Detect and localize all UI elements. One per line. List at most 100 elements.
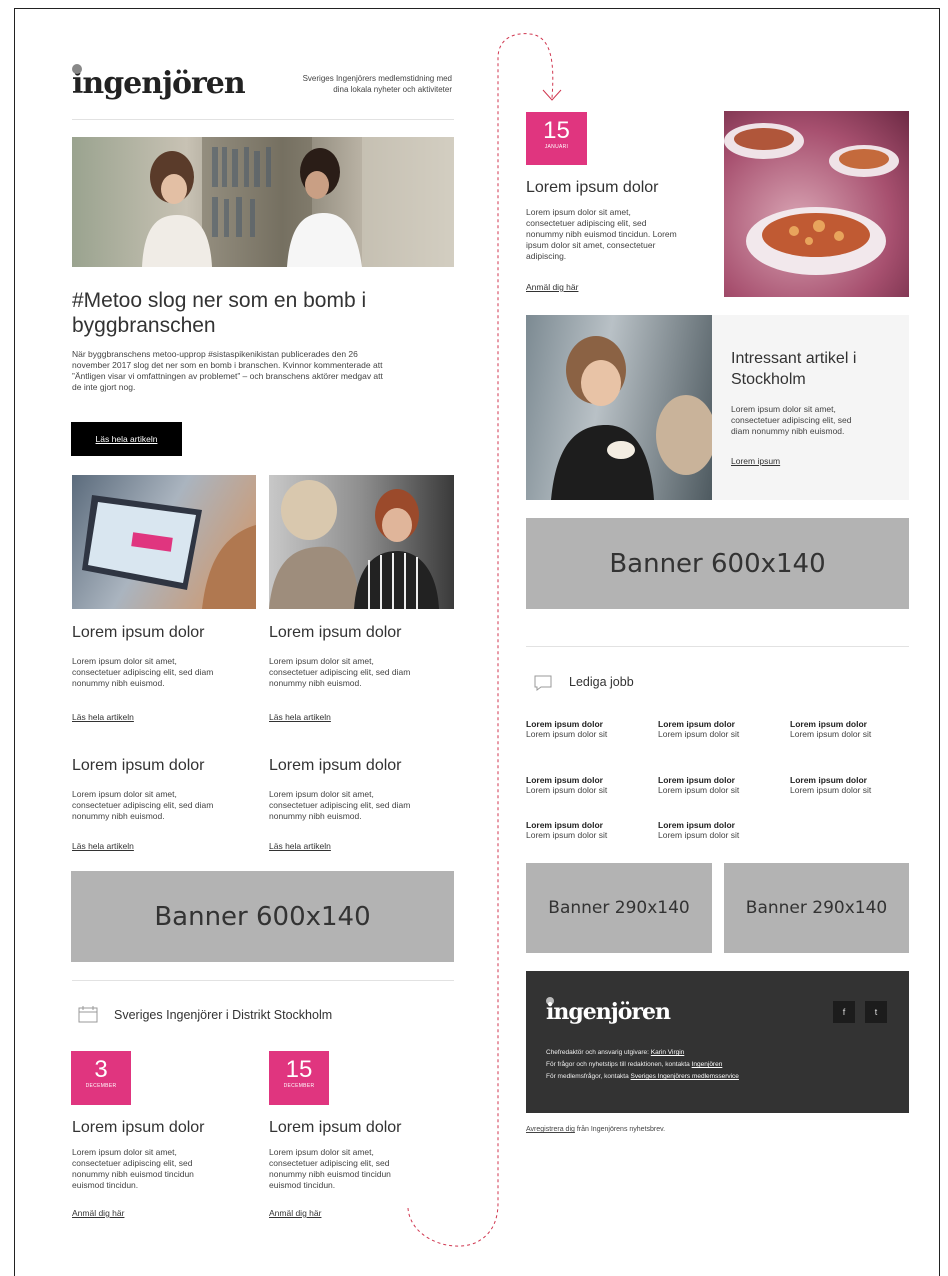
logo[interactable]: ingenjören	[72, 66, 246, 101]
job-listing[interactable]: Lorem ipsum dolor Lorem ipsum dolor sit	[526, 719, 607, 739]
job-listing[interactable]: Lorem ipsum dolor Lorem ipsum dolor sit	[790, 775, 871, 795]
hero-image[interactable]	[72, 137, 454, 267]
job-listing[interactable]: Lorem ipsum dolor Lorem ipsum dolor sit	[526, 820, 607, 840]
event-body-line: consectetuer adipiscing elit, sed	[269, 1158, 390, 1168]
event-title[interactable]: Lorem ipsum dolor	[526, 179, 659, 197]
unsubscribe-text: från Ingenjörens nyhetsbrev.	[576, 1126, 666, 1133]
event-body-line: nonummy nibh euismod tincidun	[269, 1169, 391, 1179]
event-body-line: nonummy nibh euismod tincidun. Lorem	[526, 229, 677, 239]
logo-emblem-icon	[72, 64, 82, 74]
unsubscribe-link[interactable]: Avregistrera dig	[526, 1126, 575, 1133]
job-listing[interactable]: Lorem ipsum dolor Lorem ipsum dolor sit	[526, 775, 607, 795]
hero-body-line: de inte gjort nog.	[72, 382, 136, 392]
member-service-link[interactable]: Sveriges Ingenjörers medlemsservice	[631, 1073, 739, 1080]
footer-line: För frågor och nyhetstips till redaktion…	[546, 1059, 896, 1071]
read-article-link[interactable]: Läs hela artikeln	[269, 712, 331, 722]
banner-ad-small[interactable]: Banner 290x140	[724, 863, 909, 953]
calendar-icon	[78, 1005, 98, 1028]
job-subtitle: Lorem ipsum dolor sit	[790, 785, 872, 795]
event-body-line: ipsum dolor sit amet, consectetuer	[526, 240, 656, 250]
read-article-button[interactable]: Läs hela artikeln	[71, 422, 182, 456]
article-title[interactable]: Lorem ipsum dolor	[72, 624, 205, 642]
job-title: Lorem ipsum dolor	[526, 820, 603, 830]
event-body-line: Lorem ipsum dolor sit amet,	[526, 207, 631, 217]
banner-ad-large[interactable]: Banner 600x140	[71, 871, 454, 962]
job-subtitle: Lorem ipsum dolor sit	[526, 785, 608, 795]
job-listing[interactable]: Lorem ipsum dolor Lorem ipsum dolor sit	[658, 820, 739, 840]
event-body: Lorem ipsum dolor sit amet, consectetuer…	[269, 1147, 459, 1191]
twitter-icon[interactable]: t	[865, 1001, 887, 1023]
article-body-line: Lorem ipsum dolor sit amet,	[269, 789, 374, 799]
chat-bubble-icon	[533, 674, 553, 697]
event-image-food[interactable]	[724, 111, 909, 297]
job-subtitle: Lorem ipsum dolor sit	[526, 830, 608, 840]
feature-title[interactable]: Intressant artikel i Stockholm	[731, 348, 901, 390]
feature-image[interactable]	[526, 315, 712, 500]
event-month: DECEMBER	[283, 1083, 315, 1089]
event-body-line: euismod tincidun.	[72, 1180, 139, 1190]
read-article-link[interactable]: Läs hela artikeln	[72, 841, 134, 851]
feature-link[interactable]: Lorem ipsum	[731, 456, 780, 466]
event-month: DECEMBER	[85, 1083, 117, 1089]
register-link[interactable]: Anmäl dig här	[72, 1208, 124, 1218]
event-date-badge: 15 JANUARI	[526, 112, 587, 165]
banner-ad-small[interactable]: Banner 290x140	[526, 863, 712, 953]
job-title: Lorem ipsum dolor	[790, 775, 867, 785]
article-body: Lorem ipsum dolor sit amet, consectetuer…	[72, 656, 262, 689]
event-body: Lorem ipsum dolor sit amet, consectetuer…	[72, 1147, 262, 1191]
event-body: Lorem ipsum dolor sit amet, consectetuer…	[526, 207, 716, 262]
facebook-icon[interactable]: f	[833, 1001, 855, 1023]
footer-logo[interactable]: ingenjören	[546, 999, 671, 1025]
job-listing[interactable]: Lorem ipsum dolor Lorem ipsum dolor sit	[658, 719, 739, 739]
article-title[interactable]: Lorem ipsum dolor	[269, 757, 402, 775]
feature-body-line: consectetuer adipiscing elit, sed	[731, 415, 852, 425]
job-listing[interactable]: Lorem ipsum dolor Lorem ipsum dolor sit	[658, 775, 739, 795]
editor-link[interactable]: Karin Virgin	[651, 1049, 684, 1056]
job-title: Lorem ipsum dolor	[658, 775, 735, 785]
tagline-line: Sveriges Ingenjörers medlemstidning med	[302, 74, 452, 83]
article-body: Lorem ipsum dolor sit amet, consectetuer…	[72, 789, 262, 822]
event-title[interactable]: Lorem ipsum dolor	[72, 1119, 205, 1137]
event-day: 15	[285, 1056, 313, 1083]
job-subtitle: Lorem ipsum dolor sit	[658, 729, 740, 739]
article-title[interactable]: Lorem ipsum dolor	[269, 624, 402, 642]
job-title: Lorem ipsum dolor	[526, 719, 603, 729]
feature-body-line: diam nonummy nibh euismod.	[731, 426, 845, 436]
events-heading: Sveriges Ingenjörer i Distrikt Stockholm	[114, 1008, 333, 1022]
article-body-line: Lorem ipsum dolor sit amet,	[72, 789, 177, 799]
read-article-link[interactable]: Läs hela artikeln	[72, 712, 134, 722]
article-body-line: Lorem ipsum dolor sit amet,	[72, 656, 177, 666]
hero-body: När byggbranschens metoo-upprop #sistasp…	[72, 349, 462, 393]
event-date-badge: 15 DECEMBER	[269, 1051, 329, 1105]
article-body-line: consectetuer adipiscing elit, sed diam	[269, 800, 411, 810]
divider	[72, 119, 454, 120]
banner-ad-large[interactable]: Banner 600x140	[526, 518, 909, 609]
jobs-heading: Lediga jobb	[569, 675, 634, 689]
article-body-line: consectetuer adipiscing elit, sed diam	[72, 667, 214, 677]
article-title[interactable]: Lorem ipsum dolor	[72, 757, 205, 775]
event-body-line: consectetuer adipiscing elit, sed	[72, 1158, 193, 1168]
article-image-meeting[interactable]	[269, 475, 454, 609]
tagline: Sveriges Ingenjörers medlemstidning med …	[250, 73, 452, 95]
unsubscribe-line: Avregistrera dig från Ingenjörens nyhets…	[526, 1126, 665, 1133]
article-body-line: nonummy nibh euismod.	[269, 811, 362, 821]
article-body-line: consectetuer adipiscing elit, sed diam	[72, 800, 214, 810]
footer: ingenjören f t Chefredaktör och ansvarig…	[526, 971, 909, 1113]
event-body-line: euismod tincidun.	[269, 1180, 336, 1190]
register-link[interactable]: Anmäl dig här	[269, 1208, 321, 1218]
article-body-line: nonummy nibh euismod.	[269, 678, 362, 688]
read-article-link[interactable]: Läs hela artikeln	[269, 841, 331, 851]
job-listing[interactable]: Lorem ipsum dolor Lorem ipsum dolor sit	[790, 719, 871, 739]
hero-title[interactable]: #Metoo slog ner som en bomb i byggbransc…	[72, 288, 454, 338]
article-body-line: nonummy nibh euismod.	[72, 811, 165, 821]
job-subtitle: Lorem ipsum dolor sit	[790, 729, 872, 739]
feature-title-line: Stockholm	[731, 371, 806, 388]
register-link[interactable]: Anmäl dig här	[526, 282, 578, 292]
job-title: Lorem ipsum dolor	[658, 719, 735, 729]
newsroom-link[interactable]: Ingenjören	[692, 1061, 723, 1068]
article-image-laptop[interactable]	[72, 475, 256, 609]
event-day: 3	[94, 1056, 108, 1083]
event-body-line: nonummy nibh euismod tincidun	[72, 1169, 194, 1179]
event-title[interactable]: Lorem ipsum dolor	[269, 1119, 402, 1137]
job-subtitle: Lorem ipsum dolor sit	[526, 729, 608, 739]
